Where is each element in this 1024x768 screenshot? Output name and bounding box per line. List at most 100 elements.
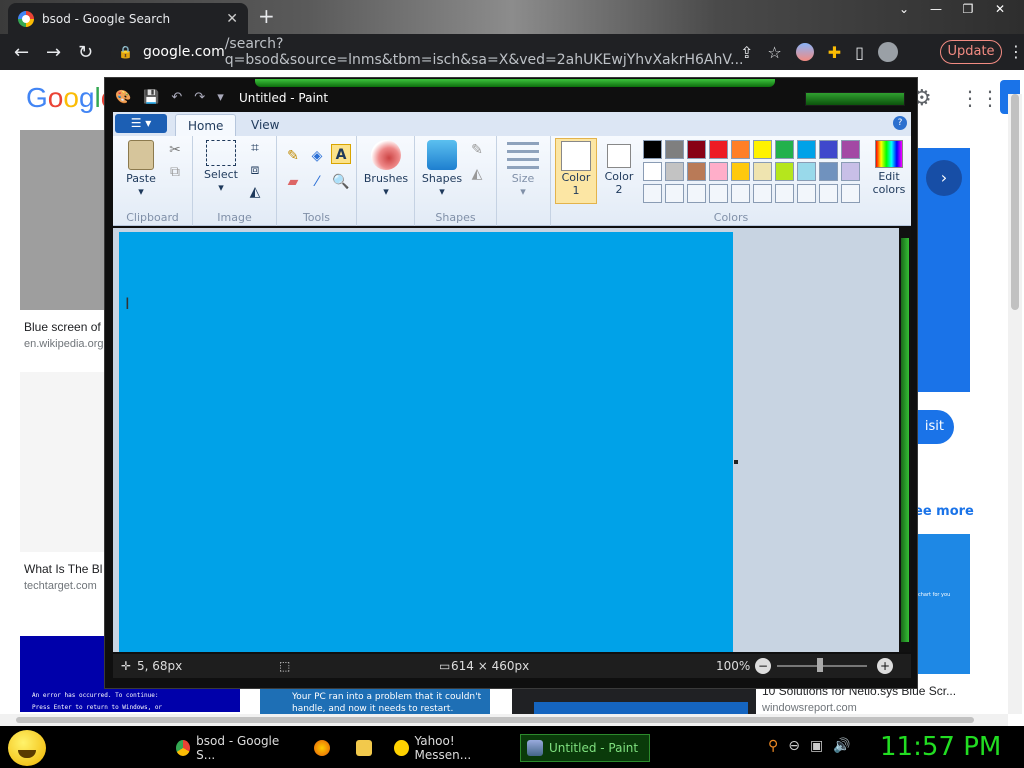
palette-swatch[interactable]	[643, 184, 662, 203]
profile-avatar[interactable]	[877, 42, 898, 62]
color-picker-icon[interactable]: ⁄	[307, 172, 327, 192]
palette-swatch[interactable]	[753, 140, 772, 159]
extensions-puzzle-icon[interactable]: ✚	[828, 43, 841, 62]
google-apps-icon[interactable]: ⋮⋮	[960, 86, 1000, 110]
side-panel-icon[interactable]: ▯	[855, 43, 864, 62]
task-yahoo-messenger[interactable]: Yahoo! Messen...	[388, 734, 512, 762]
shapes-button[interactable]: Shapes ▾	[419, 140, 465, 198]
scroll-thumb[interactable]	[901, 238, 909, 642]
palette-swatch[interactable]	[709, 140, 728, 159]
zoom-slider-knob[interactable]	[817, 658, 823, 672]
tab-close-icon[interactable]: ✕	[226, 11, 238, 27]
palette-swatch[interactable]	[665, 162, 684, 181]
magnifier-icon[interactable]: 🔍	[331, 172, 351, 192]
color1-button[interactable]: Color 1	[555, 138, 597, 204]
palette-swatch[interactable]	[731, 162, 750, 181]
edit-colors-button[interactable]: Edit colors	[869, 140, 909, 196]
minus-circle-icon[interactable]: ⊖	[788, 738, 800, 754]
palette-swatch[interactable]	[687, 140, 706, 159]
close-window-button[interactable]: ✕	[984, 0, 1016, 18]
palette-swatch[interactable]	[819, 162, 838, 181]
cut-icon[interactable]: ✂	[165, 140, 185, 160]
related-image[interactable]: chart for you	[912, 534, 970, 674]
paint-canvas[interactable]	[119, 232, 733, 652]
restore-button[interactable]: ❐	[952, 0, 984, 18]
task-folder[interactable]	[350, 734, 378, 762]
palette-swatch[interactable]	[709, 184, 728, 203]
customize-qat-icon[interactable]: ▾	[217, 90, 224, 105]
horizontal-scrollbar[interactable]	[0, 714, 1008, 726]
tab-view[interactable]: View	[239, 114, 291, 136]
volume-icon[interactable]: 🔊	[833, 738, 850, 754]
eraser-icon[interactable]: ▰	[283, 172, 303, 192]
palette-swatch[interactable]	[841, 184, 860, 203]
new-tab-button[interactable]: +	[258, 6, 275, 26]
palette-swatch[interactable]	[643, 140, 662, 159]
copy-icon[interactable]: ⧉	[165, 162, 185, 182]
palette-swatch[interactable]	[731, 184, 750, 203]
fill-shape-icon[interactable]: ◭	[467, 164, 487, 184]
bookmark-star-icon[interactable]: ☆	[767, 43, 781, 62]
save-icon[interactable]: 💾	[143, 90, 159, 105]
see-more-link[interactable]: ee more	[914, 504, 974, 519]
palette-swatch[interactable]	[797, 140, 816, 159]
paste-button[interactable]: Paste ▾	[121, 140, 161, 198]
address-bar[interactable]: 🔒 google.com /search?q=bsod&source=lnms&…	[110, 36, 800, 68]
palette-swatch[interactable]	[797, 162, 816, 181]
reload-button[interactable]: ↻	[78, 42, 93, 63]
fill-icon[interactable]: ◈	[307, 146, 327, 166]
forward-button[interactable]: →	[46, 42, 61, 63]
tab-home[interactable]: Home	[175, 114, 237, 136]
palette-swatch[interactable]	[731, 140, 750, 159]
start-smiley-icon[interactable]	[8, 730, 46, 766]
scroll-thumb[interactable]	[16, 717, 974, 723]
help-icon[interactable]: ?	[893, 116, 907, 130]
canvas-resize-handle[interactable]	[734, 460, 738, 464]
select-button[interactable]: Select ▾	[201, 140, 241, 194]
zoom-out-button[interactable]: −	[755, 658, 771, 674]
color2-button[interactable]: Color 2	[599, 140, 639, 196]
brushes-button[interactable]: Brushes ▾	[363, 140, 409, 198]
palette-swatch[interactable]	[775, 184, 794, 203]
redo-icon[interactable]: ↷	[194, 90, 205, 105]
palette-swatch[interactable]	[753, 184, 772, 203]
task-chrome[interactable]: bsod - Google S...	[170, 734, 296, 762]
taskbar-clock[interactable]: 11:57 PM	[880, 732, 1001, 762]
palette-swatch[interactable]	[797, 184, 816, 203]
canvas-vertical-scrollbar[interactable]	[899, 228, 911, 652]
extension-icon[interactable]	[795, 43, 814, 61]
palette-swatch[interactable]	[709, 162, 728, 181]
paint-app-icon[interactable]: 🎨	[115, 90, 131, 105]
palette-swatch[interactable]	[819, 184, 838, 203]
search-icon[interactable]: ⚲	[768, 738, 778, 754]
palette-swatch[interactable]	[775, 140, 794, 159]
size-button[interactable]: Size ▾	[503, 142, 543, 198]
palette-swatch[interactable]	[665, 140, 684, 159]
rotate-icon[interactable]: ◭	[245, 182, 265, 202]
palette-swatch[interactable]	[687, 162, 706, 181]
result-thumbnail[interactable]	[20, 372, 110, 552]
task-firefox[interactable]	[308, 734, 336, 762]
network-icon[interactable]: ▣	[810, 738, 823, 754]
share-icon[interactable]: ⇪	[740, 43, 753, 62]
next-arrow-icon[interactable]: ›	[926, 160, 962, 196]
outline-icon[interactable]: ✎	[467, 140, 487, 160]
result-title[interactable]: Blue screen of	[24, 320, 101, 334]
resize-icon[interactable]: ⧈	[245, 160, 265, 180]
crop-icon[interactable]: ⌗	[245, 138, 265, 158]
scroll-thumb[interactable]	[1011, 94, 1019, 310]
tab-google-search[interactable]: bsod - Google Search ✕	[8, 3, 248, 34]
caption-buttons[interactable]	[805, 92, 905, 106]
palette-swatch[interactable]	[753, 162, 772, 181]
result-thumbnail[interactable]	[20, 130, 110, 310]
result-title[interactable]: What Is The Bl	[24, 562, 102, 576]
tab-search-icon[interactable]: ⌄	[888, 0, 920, 18]
chrome-menu-icon[interactable]: ⋮	[1008, 42, 1024, 61]
undo-icon[interactable]: ↶	[171, 90, 182, 105]
text-tool-icon[interactable]: A	[331, 144, 351, 164]
back-button[interactable]: ←	[14, 42, 29, 63]
task-paint[interactable]: Untitled - Paint	[520, 734, 650, 762]
palette-swatch[interactable]	[819, 140, 838, 159]
pencil-icon[interactable]: ✎	[283, 146, 303, 166]
palette-swatch[interactable]	[841, 162, 860, 181]
